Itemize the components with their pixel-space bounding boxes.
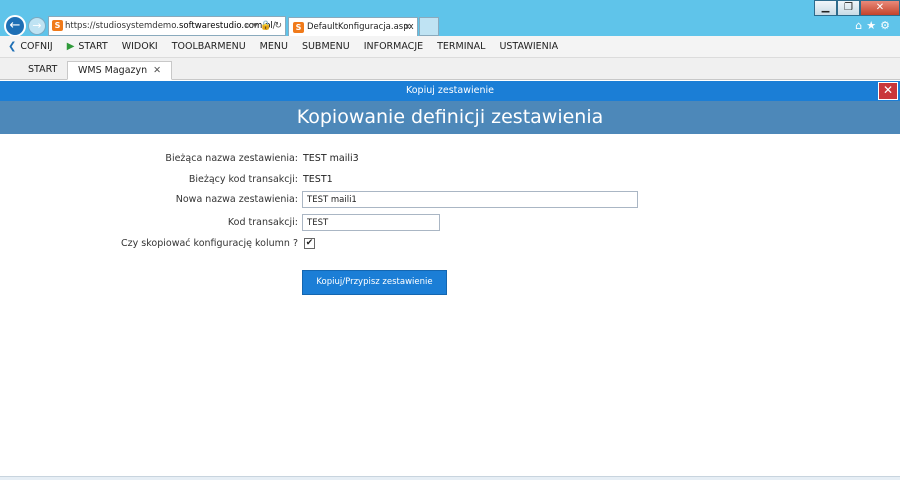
copy-submit-button[interactable]: Kopiuj/Przypisz zestawienie <box>302 270 447 295</box>
code-input[interactable] <box>302 214 440 231</box>
menu-item-informacje[interactable]: INFORMACJE <box>364 41 423 52</box>
browser-back-icon[interactable]: ← <box>4 15 26 37</box>
current-code-value: TEST1 <box>303 174 333 185</box>
code-label: Kod transakcji: <box>227 217 298 228</box>
browser-tab[interactable]: S DefaultKonfiguracja.aspx × <box>288 17 418 36</box>
menu-item-menu[interactable]: MENU <box>260 41 288 52</box>
copy-columns-row: Czy skopiować konfigurację kolumn ? ✔ <box>0 235 900 253</box>
page-title: Kopiowanie definicji zestawienia <box>0 101 900 134</box>
browser-forward-icon[interactable]: → <box>28 17 46 35</box>
menu-item-start[interactable]: ▶ START <box>67 41 108 52</box>
tab-wms-magazyn[interactable]: WMS Magazyn ✕ <box>67 61 173 80</box>
page-tab-bar: START WMS Magazyn ✕ <box>0 58 900 80</box>
new-name-input[interactable] <box>302 191 638 208</box>
minimize-icon[interactable]: ▁ <box>814 0 837 16</box>
window-close-icon[interactable]: ✕ <box>860 0 900 16</box>
browser-chrome: ▁ ❐ ✕ ← → S https://studiosystemdemo.sof… <box>0 0 900 37</box>
app-menu-bar: ❮ COFNIJ ▶ START WIDOKI TOOLBARMENU MENU S… <box>0 36 900 58</box>
site-favicon-icon: S <box>52 20 63 31</box>
menu-item-widoki[interactable]: WIDOKI <box>122 41 158 52</box>
tab-start[interactable]: START <box>18 61 67 80</box>
menu-item-ustawienia[interactable]: USTAWIENIA <box>499 41 558 52</box>
restore-icon[interactable]: ❐ <box>837 0 860 16</box>
copy-columns-label: Czy skopiować konfigurację kolumn ? <box>121 238 298 249</box>
dialog-header-title: Kopiuj zestawienie <box>405 85 494 96</box>
back-chevron-icon: ❮ <box>8 41 17 52</box>
current-name-value: TEST maili3 <box>303 153 359 164</box>
page-footer-line <box>0 476 900 480</box>
menu-item-submenu[interactable]: SUBMENU <box>302 41 350 52</box>
copy-columns-checkbox[interactable]: ✔ <box>304 238 315 249</box>
tab-favicon-icon: S <box>293 22 304 33</box>
new-tab-button[interactable] <box>419 17 439 36</box>
menu-item-toolbarmenu[interactable]: TOOLBARMENU <box>172 41 246 52</box>
new-name-row: Nowa nazwa zestawienia: <box>0 191 900 209</box>
browser-tools-icons[interactable]: ⌂★⚙ <box>855 19 894 32</box>
tab-close-icon[interactable]: ✕ <box>153 65 161 76</box>
dialog-header: Kopiuj zestawienie ✕ <box>0 81 900 101</box>
code-row: Kod transakcji: <box>0 214 900 232</box>
menu-item-terminal[interactable]: TERMINAL <box>437 41 485 52</box>
url-prefix: https://studiosystemdemo. <box>65 21 179 31</box>
current-code-row: Bieżący kod transakcji: TEST1 <box>0 171 900 189</box>
current-name-row: Bieżąca nazwa zestawienia: TEST maili3 <box>0 150 900 168</box>
play-icon: ▶ <box>66 41 75 52</box>
menu-item-cofnij[interactable]: ❮ COFNIJ <box>8 41 53 52</box>
tab-close-icon[interactable]: × <box>404 18 411 36</box>
window-controls: ▁ ❐ ✕ <box>814 0 900 16</box>
current-code-label: Bieżący kod transakcji: <box>188 174 298 185</box>
copy-form: Bieżąca nazwa zestawienia: TEST maili3 B… <box>0 134 900 480</box>
current-name-label: Bieżąca nazwa zestawienia: <box>165 153 298 164</box>
address-bar[interactable]: S https://studiosystemdemo.softwarestudi… <box>48 16 286 36</box>
browser-tab-title: DefaultKonfiguracja.aspx <box>307 22 414 32</box>
address-actions-icon[interactable]: ⌕ ▾ 🔒 ↻ <box>245 17 282 35</box>
dialog-close-icon[interactable]: ✕ <box>878 82 898 100</box>
new-name-label: Nowa nazwa zestawienia: <box>175 194 298 205</box>
